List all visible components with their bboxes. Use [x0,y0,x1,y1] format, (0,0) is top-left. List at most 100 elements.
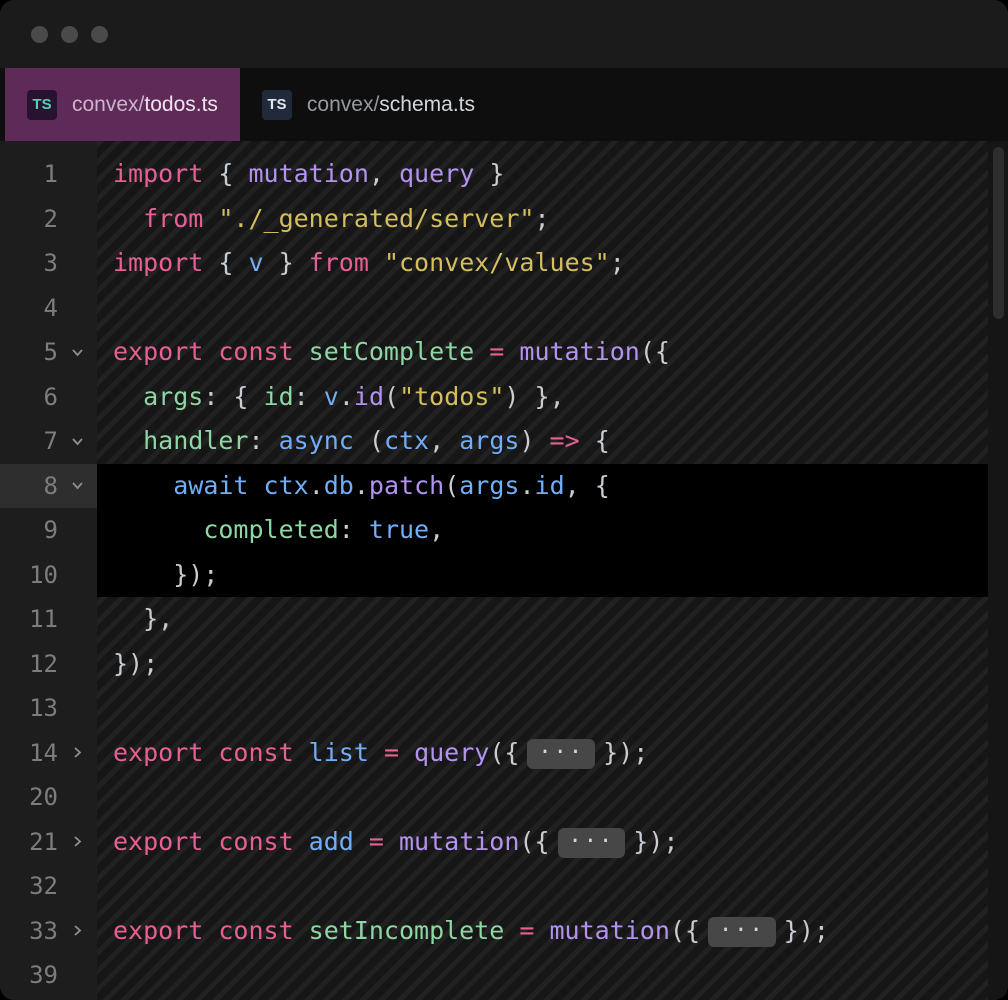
code-token: mutation [248,159,368,188]
code-token: : [339,515,369,544]
window-minimize-button[interactable] [61,26,78,43]
gutter-row: 13 [0,686,97,731]
code-token: = [369,738,414,767]
code-token: setComplete [309,337,475,366]
tab-label-file: todos.ts [144,93,218,116]
code-token: , [429,426,459,455]
tab-label-file: schema.ts [379,93,475,116]
gutter-row: 7 [0,419,97,464]
tab-label-path: convex/ [72,93,144,116]
typescript-file-icon: TS [262,90,292,120]
fold-expanded-icon[interactable] [58,434,97,449]
code-line[interactable]: }); [97,642,988,687]
code-token: : { [203,382,263,411]
line-number: 7 [0,427,58,455]
code-token: => [550,426,595,455]
folded-code-pill[interactable]: ··· [708,917,776,947]
code-token: export const [113,916,309,945]
tab-label: convex/schema.ts [307,93,475,117]
code-line[interactable]: export const list = query({···}); [97,731,988,776]
code-token: query [414,738,489,767]
line-number: 8 [0,472,58,500]
code-line[interactable]: args: { id: v.id("todos") }, [97,375,988,420]
line-number: 32 [0,872,58,900]
fold-expanded-icon[interactable] [58,478,97,493]
gutter-row: 33 [0,909,97,954]
fold-expanded-icon[interactable] [58,345,97,360]
code-line[interactable]: export const add = mutation({···}); [97,820,988,865]
window-zoom-button[interactable] [91,26,108,43]
line-number: 3 [0,249,58,277]
code-token [113,382,143,411]
tab-convex-todos[interactable]: TS convex/todos.ts [5,68,240,141]
code-line[interactable]: export const setComplete = mutation({ [97,330,988,375]
window-close-button[interactable] [31,26,48,43]
code-line[interactable]: await ctx.db.patch(args.id, { [97,464,988,509]
code-token: ( [369,426,384,455]
code-token: = [474,337,519,366]
gutter-row: 12 [0,642,97,687]
code-line[interactable] [97,953,988,998]
code-line[interactable]: import { v } from "convex/values"; [97,241,988,286]
folded-code-pill[interactable]: ··· [527,739,595,769]
fold-collapsed-icon[interactable] [58,834,97,849]
code-token: ctx [384,426,429,455]
line-number: 20 [0,783,58,811]
code-token: export const [113,827,309,856]
code-token: list [309,738,369,767]
gutter-row: 9 [0,508,97,553]
code-line[interactable]: import { mutation, query } [97,152,988,197]
code-token: from [143,204,218,233]
code-token: , [429,515,444,544]
gutter-row: 11 [0,597,97,642]
code-token: export const [113,738,309,767]
code-token: from [309,248,384,277]
gutter-row: 4 [0,286,97,331]
code-token: setIncomplete [309,916,505,945]
code-token: }); [633,827,678,856]
code-token: patch [369,471,444,500]
code-token: ctx [264,471,309,500]
scrollbar[interactable] [988,141,1008,1000]
code-token: id [354,382,384,411]
gutter-row: 3 [0,241,97,286]
tab-convex-schema[interactable]: TS convex/schema.ts [240,68,497,141]
line-number: 12 [0,650,58,678]
fold-collapsed-icon[interactable] [58,923,97,938]
screen: { "window": { "controls": ["close", "min… [0,0,1008,1000]
gutter-row: 20 [0,775,97,820]
line-number: 21 [0,828,58,856]
code-token [113,471,173,500]
code-line[interactable] [97,286,988,331]
code-line[interactable] [97,686,988,731]
code-token: async [279,426,369,455]
code-line[interactable]: }, [97,597,988,642]
code-line[interactable]: }); [97,553,988,598]
fold-collapsed-icon[interactable] [58,745,97,760]
code-token: { [595,426,610,455]
code-token: mutation [399,827,519,856]
line-number: 5 [0,338,58,366]
code-token: { [218,248,248,277]
code-line[interactable]: export const setIncomplete = mutation({·… [97,909,988,954]
line-number: 39 [0,961,58,989]
typescript-file-icon: TS [27,90,57,120]
code-line[interactable]: completed: true, [97,508,988,553]
line-number: 14 [0,739,58,767]
gutter-row: 10 [0,553,97,598]
code-token: ( [444,471,459,500]
code-line[interactable] [97,864,988,909]
code-token: id [535,471,565,500]
code-line[interactable]: from "./_generated/server"; [97,197,988,242]
gutter-row: 5 [0,330,97,375]
line-number: 11 [0,605,58,633]
code-line[interactable] [97,775,988,820]
scrollbar-thumb[interactable] [993,147,1004,319]
code-line[interactable]: handler: async (ctx, args) => { [97,419,988,464]
code-token: await [173,471,263,500]
folded-code-pill[interactable]: ··· [558,828,626,858]
gutter-row: 32 [0,864,97,909]
code-area[interactable]: import { mutation, query } from "./_gene… [97,141,988,1000]
line-number: 13 [0,694,58,722]
code-token: import [113,159,218,188]
